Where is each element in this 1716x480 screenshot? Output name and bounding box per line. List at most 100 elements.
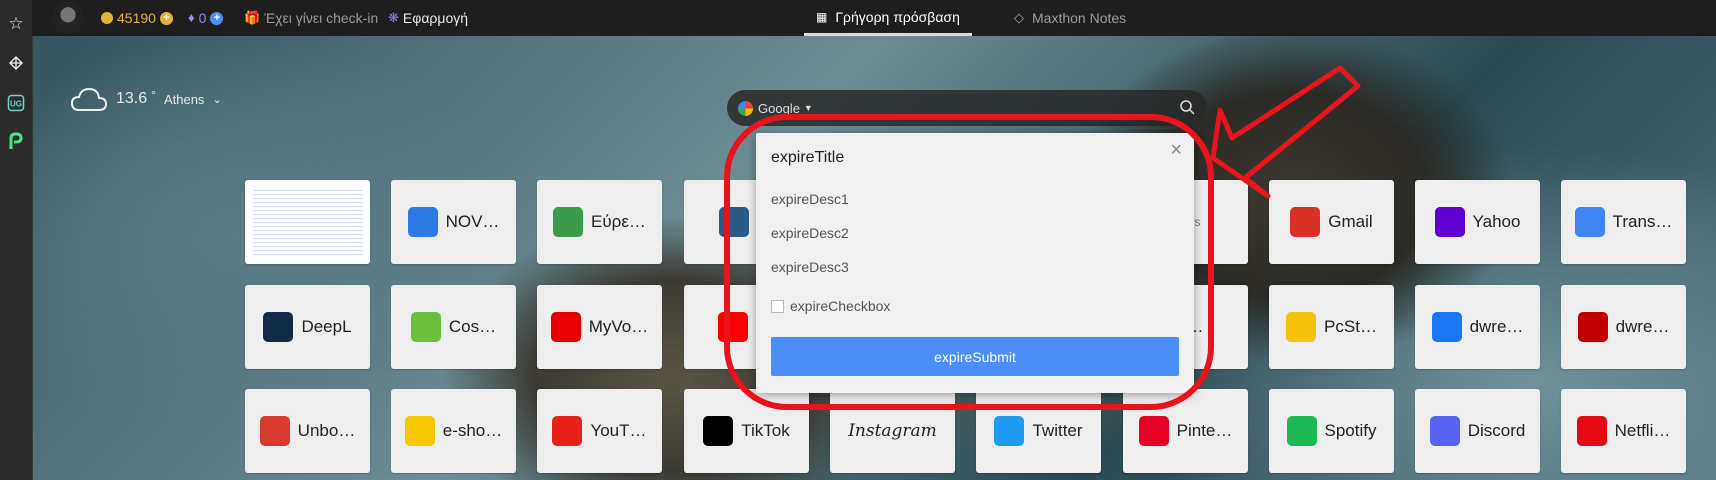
speed-dial-tile[interactable]: PcSt…	[1269, 285, 1394, 369]
add-gems-icon[interactable]: +	[210, 11, 224, 25]
left-sidebar: ☆ UG	[0, 0, 33, 480]
coins-value: 45190	[117, 10, 156, 26]
city-name: Athens	[163, 91, 205, 107]
tile-label: Cos…	[448, 317, 497, 336]
speed-dial-tile[interactable]: TikTok	[684, 389, 809, 473]
dw-icon	[1577, 312, 1608, 342]
tab-maxthon-notes[interactable]: ◇ Maxthon Notes	[1014, 0, 1126, 36]
speed-dial-tile[interactable]: Instagram	[830, 389, 955, 473]
ug-icon[interactable]: UG	[6, 94, 26, 114]
maxthon-logo-icon[interactable]	[6, 54, 26, 74]
app-icon: ❋	[388, 10, 399, 25]
expire-checkbox[interactable]	[771, 299, 784, 313]
twitter-icon	[994, 416, 1025, 446]
search-icon[interactable]	[1179, 99, 1195, 118]
dialog-desc-2: expireDesc2	[771, 225, 849, 241]
tile-label: PcSt…	[1324, 317, 1377, 336]
speed-dial-tile[interactable]: Yahoo	[1415, 180, 1540, 264]
tab-quick-access-label: Γρήγορη πρόσβαση	[835, 8, 960, 25]
speed-dial-tile[interactable]: NOV…	[391, 180, 516, 264]
speed-dial-tile[interactable]: dwre…	[1561, 285, 1686, 369]
star-icon[interactable]: ☆	[6, 14, 26, 34]
tile-label: YouT…	[590, 421, 647, 440]
grid-icon: ▦	[816, 9, 828, 24]
add-coins-icon[interactable]: +	[159, 11, 173, 25]
weather-widget[interactable]: 13.6 ° Athens ⌄	[70, 86, 222, 112]
speed-dial-tile[interactable]: e-sho…	[391, 389, 516, 473]
gems-value: 0	[198, 10, 207, 26]
avatar[interactable]	[52, 2, 84, 34]
speed-dial-tile[interactable]: Twitter	[976, 389, 1101, 473]
tile-label: dwre…	[1615, 317, 1670, 336]
yahoo-icon	[1434, 207, 1465, 237]
app-menu[interactable]: ❋ Εφαρμογή	[388, 9, 468, 27]
tile-label: dwre…	[1469, 317, 1524, 336]
tile-label: DeepL	[301, 317, 352, 336]
tile-label: Yahoo	[1472, 212, 1521, 231]
speed-dial-tile[interactable]: Gmail	[1269, 180, 1394, 264]
checkin-status[interactable]: 🎁 Έχει γίνει check-in	[244, 9, 378, 27]
pinterest-icon	[1138, 416, 1169, 446]
expire-checkbox-row[interactable]: expireCheckbox	[771, 298, 890, 314]
speed-dial-tile[interactable]: Netfli…	[1561, 389, 1686, 473]
app-label: Εφαρμογή	[402, 10, 469, 26]
pcstore-icon	[1286, 312, 1317, 342]
tile-label: Unbo…	[297, 421, 356, 440]
tiktok-icon	[703, 416, 734, 446]
tile-label: Pinte…	[1176, 421, 1233, 440]
youtube-icon	[552, 416, 583, 446]
speed-dial-tile[interactable]: Unbo…	[245, 389, 370, 473]
notes-icon: ◇	[1014, 10, 1024, 25]
tile-label: Trans…	[1612, 212, 1673, 231]
search-bar[interactable]: Google ▼	[727, 90, 1207, 126]
close-button[interactable]: ×	[1170, 139, 1182, 162]
coin-icon	[101, 12, 113, 24]
tab-quick-access[interactable]: ▦ Γρήγορη πρόσβαση	[804, 0, 972, 36]
speed-dial-tile[interactable]	[245, 180, 370, 264]
netflix-icon	[1576, 416, 1607, 446]
tile-label: Instagram	[848, 421, 937, 441]
unboxholics-icon	[259, 416, 290, 446]
degree-unit: °	[151, 88, 156, 102]
google-icon	[738, 100, 753, 116]
speed-dial-tile[interactable]: MyVo…	[537, 285, 662, 369]
eshop-icon	[404, 416, 435, 446]
page-thumbnail	[252, 187, 363, 257]
circle-icon	[407, 207, 438, 237]
speed-dial-tile[interactable]: DeepL	[245, 285, 370, 369]
translate-icon	[1574, 207, 1605, 237]
dialog-title: expireTitle	[771, 149, 845, 166]
speed-dial-tile[interactable]: dwre…	[1415, 285, 1540, 369]
gmail-icon	[1290, 207, 1321, 237]
tile-label: Discord	[1467, 421, 1526, 440]
search-engine-label[interactable]: Google	[758, 101, 800, 116]
youtube-logo-icon	[717, 312, 748, 342]
window-icon	[719, 207, 750, 237]
tile-label: TikTok	[741, 421, 790, 440]
submit-button[interactable]: expireSubmit	[771, 337, 1179, 376]
speed-dial-tile[interactable]: Cos…	[391, 285, 516, 369]
speed-dial-tile[interactable]: Spotify	[1269, 389, 1394, 473]
p-app-icon[interactable]	[6, 132, 26, 152]
speed-dial-tile[interactable]: Pinte…	[1123, 389, 1248, 473]
engine-dropdown-icon[interactable]: ▼	[804, 103, 813, 113]
cloud-icon	[70, 87, 108, 111]
speed-dial-tile[interactable]: Discord	[1415, 389, 1540, 473]
tile-label: NOV…	[445, 212, 500, 231]
vodafone-icon	[550, 312, 581, 342]
tile-label: Gmail	[1328, 212, 1373, 231]
speed-dial-tile[interactable]: Εύρε…	[537, 180, 662, 264]
discord-icon	[1429, 416, 1460, 446]
chevron-down-icon[interactable]: ⌄	[212, 93, 221, 106]
spotify-icon	[1286, 416, 1317, 446]
temperature: 13.6	[116, 90, 148, 107]
gems-counter[interactable]: ♦ 0 +	[188, 9, 224, 27]
tab-maxthon-notes-label: Maxthon Notes	[1032, 10, 1127, 26]
tile-label: MyVo…	[588, 317, 649, 336]
tile-label: e-sho…	[442, 421, 503, 440]
top-bar: 45190 + ♦ 0 + 🎁 Έχει γίνει check-in ❋ Εφ…	[32, 0, 1716, 36]
speed-dial-tile[interactable]: Trans…	[1561, 180, 1686, 264]
svg-text:UG: UG	[10, 100, 22, 109]
coins-counter[interactable]: 45190 +	[101, 9, 173, 27]
speed-dial-tile[interactable]: YouT…	[537, 389, 662, 473]
